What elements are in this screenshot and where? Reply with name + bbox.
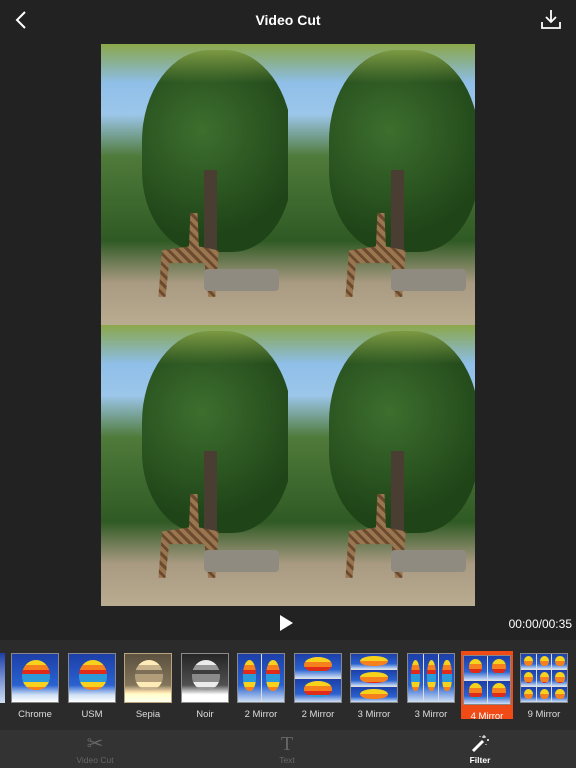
filter-item-mirror9[interactable]: 9 Mirror [518, 651, 570, 720]
filter-thumbnail [237, 653, 285, 703]
filter-label: 9 Mirror [527, 709, 561, 720]
filter-thumbnail [407, 653, 455, 703]
tab-label: Video Cut [76, 755, 114, 765]
video-preview[interactable] [101, 44, 475, 606]
filter-thumbnail [124, 653, 172, 703]
bottom-tab-bar: ✂ Video Cut T Text Filter [0, 730, 576, 768]
filter-label: 2 Mirror [244, 709, 278, 720]
filter-thumbnail [350, 653, 398, 703]
time-readout: 00:00/00:35 [508, 617, 572, 631]
tab-label: Text [279, 755, 295, 765]
tab-label: Filter [469, 755, 491, 765]
filter-item-mirror2h[interactable]: 2 Mirror [292, 651, 344, 720]
filter-label: 3 Mirror [357, 709, 391, 720]
video-quadrant [288, 44, 475, 325]
filter-label: Chrome [18, 709, 52, 720]
chevron-left-icon[interactable] [12, 9, 32, 31]
scissors-icon: ✂ [86, 733, 104, 755]
filter-item-usm[interactable]: USM [66, 651, 118, 720]
tab-text[interactable]: T Text [237, 733, 337, 765]
filter-thumbnail [11, 653, 59, 703]
tab-filter[interactable]: Filter [430, 733, 530, 765]
filter-item-sepia[interactable]: Sepia [122, 651, 174, 720]
play-icon[interactable] [280, 615, 293, 631]
filter-label: Noir [196, 709, 214, 720]
filter-item-partial[interactable] [0, 653, 5, 703]
filter-thumbnail [181, 653, 229, 703]
filter-thumbnail [294, 653, 342, 703]
video-quadrant [101, 325, 288, 606]
filter-thumbnail [68, 653, 116, 703]
header: Video Cut [0, 0, 576, 40]
filter-item-mirror2v[interactable]: 2 Mirror [235, 651, 287, 720]
filter-item-noir[interactable]: Noir [179, 651, 231, 720]
filter-thumbnail [520, 653, 568, 703]
filter-label: Sepia [135, 709, 161, 720]
page-title: Video Cut [255, 12, 321, 28]
filter-item-mirror3v[interactable]: 3 Mirror [405, 651, 457, 720]
filter-label: 4 Mirror [470, 711, 504, 722]
text-icon: T [280, 733, 294, 755]
filter-label: 2 Mirror [301, 709, 335, 720]
filter-thumbnail [463, 655, 511, 705]
video-quadrant [288, 325, 475, 606]
tab-video-cut[interactable]: ✂ Video Cut [45, 733, 145, 765]
filter-label: 3 Mirror [414, 709, 448, 720]
download-icon[interactable] [540, 8, 562, 30]
filter-item-mirror4[interactable]: 4 Mirror [461, 651, 513, 722]
filter-strip[interactable]: Chrome USM Sepia Noir 2 Mirror 2 Mirror 3 Mirr… [0, 640, 576, 730]
filter-item-mirror3h[interactable]: 3 Mirror [348, 651, 400, 720]
video-quadrant [101, 44, 288, 325]
filter-label: USM [81, 709, 103, 720]
magic-wand-icon [430, 733, 530, 755]
filter-item-chrome[interactable]: Chrome [9, 651, 61, 720]
